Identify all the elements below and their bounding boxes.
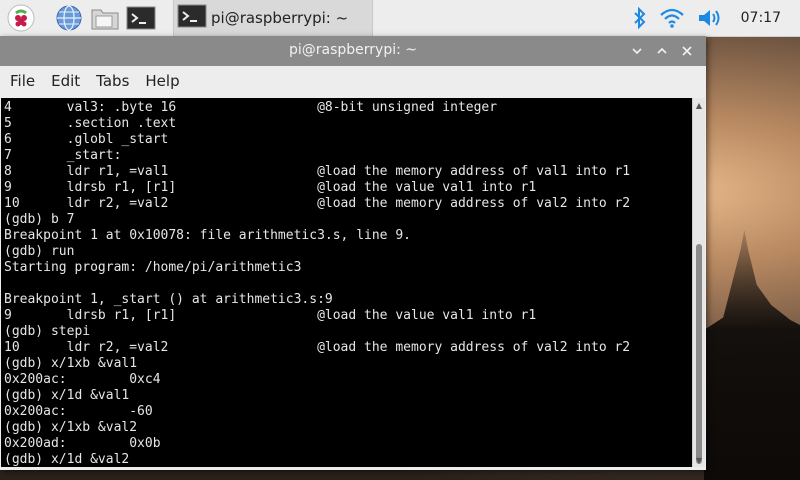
- terminal-icon: [177, 2, 207, 34]
- maximize-icon: [657, 47, 667, 54]
- terminal-line: 4 val3: .byte 16 @8-bit unsigned integer: [4, 100, 498, 115]
- terminal-line: Breakpoint 1 at 0x10078: file arithmetic…: [4, 228, 411, 243]
- terminal-line: 5 .section .text: [4, 116, 177, 131]
- bluetooth-icon[interactable]: [633, 6, 647, 30]
- terminal-line: 9 ldrsb r1, [r1] @load the value val1 in…: [4, 180, 537, 195]
- menu-file[interactable]: File: [0, 72, 43, 90]
- taskbar-terminal-window-button[interactable]: pi@raspberrypi: ~: [173, 0, 373, 36]
- terminal-line: (gdb) x/1d &val1: [4, 388, 130, 403]
- terminal-line: (gdb) x/1d &val2: [4, 452, 130, 467]
- menu-tabs[interactable]: Tabs: [88, 72, 137, 90]
- menubar: File Edit Tabs Help: [0, 66, 706, 96]
- taskbar-window-label: pi@raspberrypi: ~: [211, 9, 349, 27]
- terminal-line: (gdb) run: [4, 244, 75, 259]
- terminal-line: (gdb) b 7: [4, 212, 75, 227]
- terminal-line: 8 ldr r1, =val1 @load the memory address…: [4, 164, 631, 179]
- clock[interactable]: 07:17: [741, 10, 781, 26]
- close-icon: [682, 46, 692, 56]
- system-tray: 07:17: [633, 0, 800, 36]
- scroll-down-icon[interactable]: ▼: [693, 454, 705, 466]
- terminal-window: pi@raspberrypi: ~ File Edit Tabs Help 4 …: [0, 36, 706, 470]
- scroll-up-icon[interactable]: ▲: [693, 99, 705, 111]
- terminal-line: Breakpoint 1, _start () at arithmetic3.s…: [4, 292, 333, 307]
- terminal-line: 0x200ac: -60: [4, 404, 153, 419]
- window-titlebar[interactable]: pi@raspberrypi: ~: [0, 36, 706, 66]
- file-manager-icon[interactable]: [90, 3, 120, 33]
- volume-icon[interactable]: [697, 7, 723, 29]
- window-title: pi@raspberrypi: ~: [288, 42, 418, 58]
- terminal-scrollbar[interactable]: ▲ ▼: [692, 98, 705, 467]
- terminal-line: (gdb) stepi: [4, 324, 91, 339]
- raspberry-menu-icon[interactable]: [6, 3, 36, 33]
- terminal-line: 10 ldr r2, =val2 @load the memory addres…: [4, 196, 631, 211]
- wifi-icon[interactable]: [659, 7, 685, 29]
- terminal-line: Starting program: /home/pi/arithmetic3: [4, 260, 302, 275]
- minimize-button[interactable]: [626, 40, 648, 62]
- terminal-launcher-icon[interactable]: [126, 3, 156, 33]
- terminal-line: 9 ldrsb r1, [r1] @load the value val1 in…: [4, 308, 537, 323]
- maximize-button[interactable]: [651, 40, 673, 62]
- menu-help[interactable]: Help: [137, 72, 187, 90]
- terminal-line: 10 ldr r2, =val2 @load the memory addres…: [4, 340, 631, 355]
- terminal-line: (gdb) x/1xb &val1: [4, 356, 138, 371]
- web-browser-icon[interactable]: [54, 3, 84, 33]
- menu-edit[interactable]: Edit: [43, 72, 88, 90]
- terminal-output[interactable]: 4 val3: .byte 16 @8-bit unsigned integer…: [1, 98, 692, 467]
- taskbar: pi@raspberrypi: ~ 07:17: [0, 0, 800, 37]
- terminal-line: 7 _start:: [4, 148, 122, 163]
- minimize-icon: [632, 48, 642, 55]
- terminal-line: 0x200ad: 0x0b: [4, 436, 161, 451]
- terminal-line: 6 .globl _start: [4, 132, 169, 147]
- close-button[interactable]: [676, 40, 698, 62]
- scrollbar-thumb[interactable]: [696, 244, 702, 464]
- terminal-line: (gdb) x/1xb &val2: [4, 420, 138, 435]
- terminal-line: 0x200ac: 0xc4: [4, 372, 161, 387]
